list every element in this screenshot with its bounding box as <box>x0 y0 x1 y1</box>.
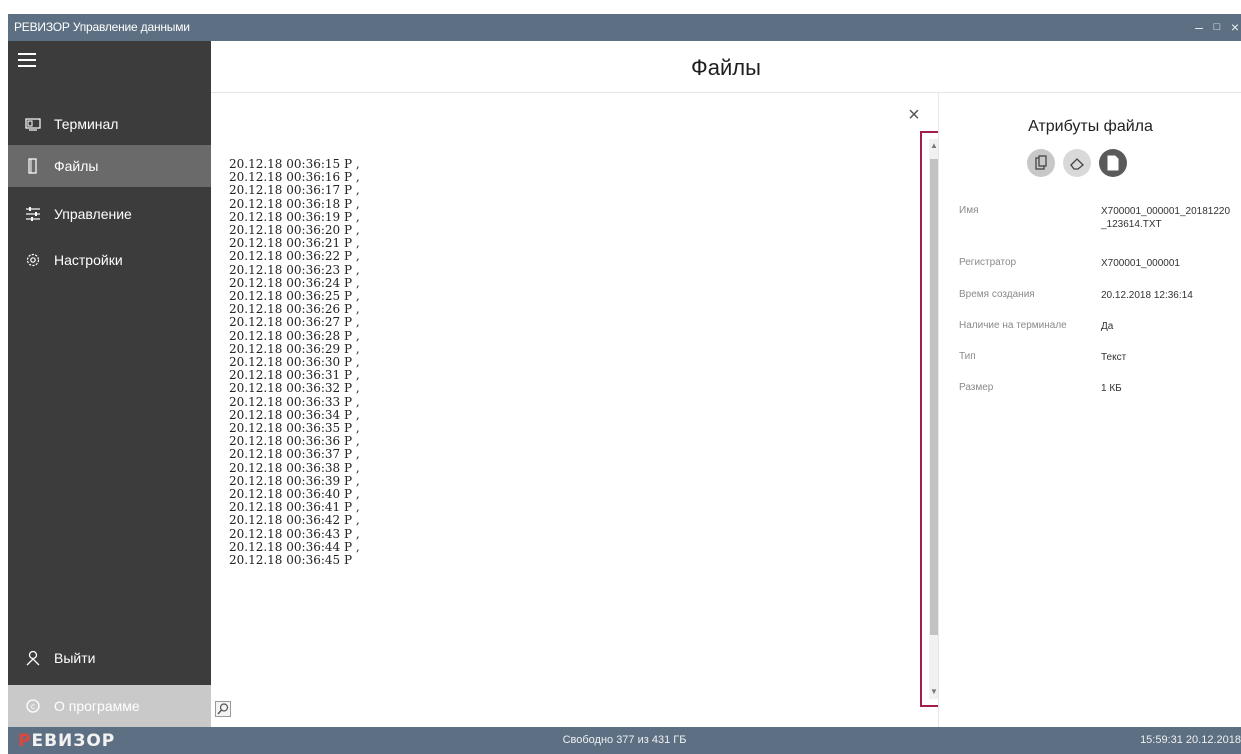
sidebar-item-terminal[interactable]: Терминал <box>8 103 211 145</box>
attr-key: Время создания <box>959 289 1035 300</box>
attr-key: Наличие на терминале <box>959 320 1067 331</box>
sidebar-item-about[interactable]: c О программе <box>8 685 211 727</box>
status-bar: РЕВИЗОР Свободно 377 из 431 ГБ 15:59:31 … <box>8 727 1241 754</box>
files-icon <box>24 157 42 175</box>
text-line: 20.12.18 00:36:43 P , <box>229 526 360 541</box>
text-line: 20.12.18 00:36:37 P , <box>229 447 360 462</box>
hamburger-menu-icon[interactable] <box>18 51 40 69</box>
attr-value: X700001_000001 <box>1101 258 1180 269</box>
text-line: 20.12.18 00:36:22 P , <box>229 249 360 264</box>
text-line: 20.12.18 00:36:33 P , <box>229 394 360 409</box>
copy-file-icon[interactable] <box>1027 149 1055 177</box>
app-window: РЕВИЗОР Управление данными – □ × Термина… <box>0 0 1241 754</box>
attributes-title: Атрибуты файла <box>1028 118 1153 135</box>
attr-value: X700001_000001_20181220_123614.TXT <box>1101 206 1231 230</box>
attr-value: 20.12.2018 12:36:14 <box>1101 290 1193 301</box>
text-line: 20.12.18 00:36:32 P , <box>229 381 360 396</box>
control-icon <box>24 205 42 223</box>
svg-text:c: c <box>31 702 35 711</box>
text-line: 20.12.18 00:36:27 P , <box>229 315 360 330</box>
sidebar-item-settings[interactable]: Настройки <box>8 239 211 281</box>
text-line: 20.12.18 00:36:38 P , <box>229 460 360 475</box>
attr-key: Размер <box>959 382 994 393</box>
file-attributes-panel: Атрибуты файла Имя X700001_000001_201812… <box>938 93 1241 727</box>
sidebar-item-files[interactable]: Файлы <box>8 145 211 187</box>
sidebar-item-label: Выйти <box>54 650 96 666</box>
attr-value: 1 КБ <box>1101 383 1122 394</box>
minimize-button[interactable]: – <box>1191 19 1207 35</box>
text-line: 20.12.18 00:36:45 P <box>229 553 353 568</box>
text-line: 20.12.18 00:36:17 P , <box>229 183 360 198</box>
file-text: 20.12.18 00:36:15 P , 20.12.18 00:36:16 P… <box>229 158 829 698</box>
search-icon[interactable] <box>215 701 231 717</box>
clock: 15:59:31 20.12.2018 <box>1140 734 1241 746</box>
erase-icon[interactable] <box>1063 149 1091 177</box>
sidebar-item-label: Управление <box>54 206 132 222</box>
sidebar-item-label: Файлы <box>54 158 99 174</box>
sidebar: Терминал Файлы Управление Настройки Выйт <box>8 41 211 727</box>
close-file-button[interactable]: × <box>904 105 924 125</box>
about-icon: c <box>24 697 42 715</box>
free-space-text: Свободно 377 из 431 ГБ <box>562 734 687 746</box>
page-title: Файлы <box>691 55 761 80</box>
sidebar-item-label: О программе <box>54 698 140 714</box>
attr-key: Регистратор <box>959 257 1017 268</box>
attr-key: Имя <box>959 205 979 216</box>
scrollbar-thumb[interactable] <box>930 159 938 635</box>
file-viewer: × 20.12.18 00:36:15 P , 20.12.18 00:36:16… <box>211 93 936 727</box>
terminal-icon <box>24 115 42 133</box>
text-line: 20.12.18 00:36:28 P , <box>229 328 360 343</box>
page-header: Файлы <box>211 41 1241 93</box>
text-line: 20.12.18 00:36:42 P , <box>229 513 360 528</box>
close-window-button[interactable]: × <box>1227 19 1241 35</box>
sidebar-item-logout[interactable]: Выйти <box>8 637 211 679</box>
attr-key: Тип <box>959 351 976 362</box>
attr-value: Да <box>1101 321 1114 332</box>
file-icon[interactable] <box>1099 149 1127 177</box>
sidebar-item-label: Настройки <box>54 252 123 268</box>
user-icon <box>24 649 42 667</box>
maximize-button[interactable]: □ <box>1209 21 1225 33</box>
sidebar-item-label: Терминал <box>54 116 119 132</box>
attr-value: Текст <box>1101 352 1127 363</box>
window-title: РЕВИЗОР Управление данными <box>14 20 190 34</box>
title-bar: РЕВИЗОР Управление данными – □ × <box>8 14 1241 41</box>
text-line: 20.12.18 00:36:18 P , <box>229 196 360 211</box>
sidebar-item-control[interactable]: Управление <box>8 193 211 235</box>
settings-icon <box>24 251 42 269</box>
text-line: 20.12.18 00:36:23 P , <box>229 262 360 277</box>
